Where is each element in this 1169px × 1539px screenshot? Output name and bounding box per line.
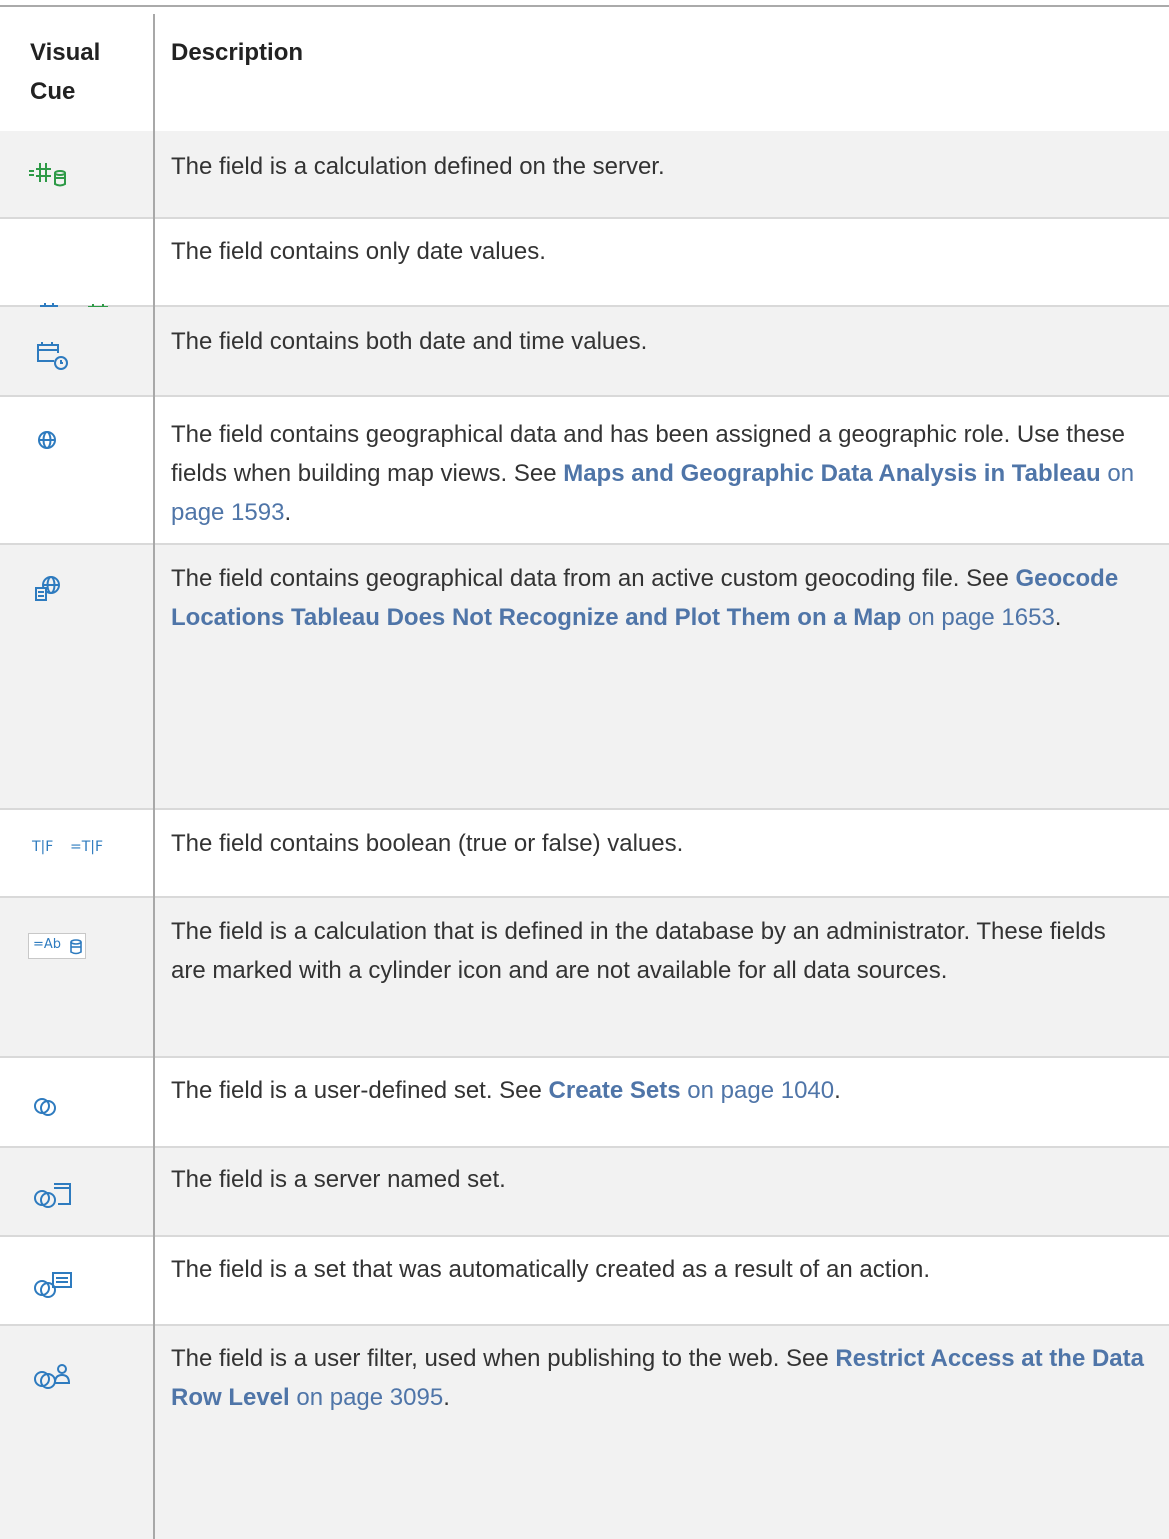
header-description: Description	[171, 39, 304, 66]
row-description: The field is a calculation defined on th…	[171, 153, 665, 180]
page-reference[interactable]: on page 1040	[687, 1077, 834, 1104]
table-top-rule	[0, 5, 1169, 7]
row-description: The field contains geographical data and…	[171, 415, 1146, 532]
date-time-icon	[37, 342, 68, 370]
table-row: The field contains geographical data fro…	[0, 545, 1169, 810]
row-text: The field contains geographical data fro…	[171, 565, 1016, 592]
user-filter-icon	[34, 1364, 71, 1389]
cylinder-icon	[70, 939, 82, 955]
row-tail: .	[284, 499, 292, 526]
row-description: The field is a user filter, used when pu…	[171, 1339, 1146, 1417]
boolean-calculated-icon: =T|F	[70, 839, 104, 855]
row-description: The field is a set that was automaticall…	[171, 1256, 931, 1283]
row-description: The field is a user-defined set. See Cre…	[171, 1071, 1146, 1110]
page-reference[interactable]: on page 1653	[908, 604, 1055, 631]
server-named-set-icon	[34, 1183, 71, 1208]
row-tail: .	[1054, 604, 1062, 631]
header-visual-label: Visual	[30, 39, 101, 66]
database-calculation-icon: =Ab	[28, 933, 86, 959]
row-description: The field contains boolean (true or fals…	[171, 830, 684, 857]
row-tail: .	[443, 1384, 450, 1411]
globe-icon	[38, 431, 56, 449]
row-description: The field contains only date values.	[171, 238, 546, 265]
table-row: The field contains only date values.	[0, 219, 1169, 325]
calculation-glyph: =Ab	[33, 937, 62, 952]
table-row: The field is a server named set.	[0, 1148, 1169, 1237]
table-row: The field is a user filter, used when pu…	[0, 1326, 1169, 1539]
boolean-icon: T|F	[32, 839, 54, 855]
action-set-icon	[34, 1272, 72, 1298]
link-create-sets[interactable]: Create Sets	[549, 1077, 681, 1104]
calculation-server-icon	[29, 163, 66, 187]
row-text: The field is a user filter, used when pu…	[171, 1345, 836, 1372]
row-description: The field is a server named set.	[171, 1166, 506, 1193]
table-row: =Ab The field is a calculation that is d…	[0, 898, 1169, 1058]
table-row: The field is a set that was automaticall…	[0, 1237, 1169, 1326]
row-description: The field contains geographical data fro…	[171, 559, 1146, 637]
link-maps-geographic[interactable]: Maps and Geographic Data Analysis in Tab…	[563, 460, 1100, 487]
table-row: The field is a calculation defined on th…	[0, 131, 1169, 219]
header-cue-label: Cue	[30, 78, 76, 105]
header-visual-cue: Visual Cue	[30, 33, 100, 111]
set-icon	[34, 1098, 56, 1116]
row-description: The field contains both date and time va…	[171, 328, 648, 355]
table-row: T|F =T|F The field contains boolean (tru…	[0, 810, 1169, 898]
row-description: The field is a calculation that is defin…	[171, 918, 1106, 984]
table-row: The field contains geographical data and…	[0, 397, 1169, 545]
custom-geocoding-icon	[35, 576, 60, 601]
row-text: The field is a user-defined set. See	[171, 1077, 549, 1104]
table-row: The field contains both date and time va…	[0, 307, 1169, 397]
column-divider	[153, 14, 155, 1539]
page-reference[interactable]: on page 3095	[296, 1384, 443, 1411]
row-tail: .	[834, 1077, 841, 1104]
table-row: The field is a user-defined set. See Cre…	[0, 1058, 1169, 1148]
